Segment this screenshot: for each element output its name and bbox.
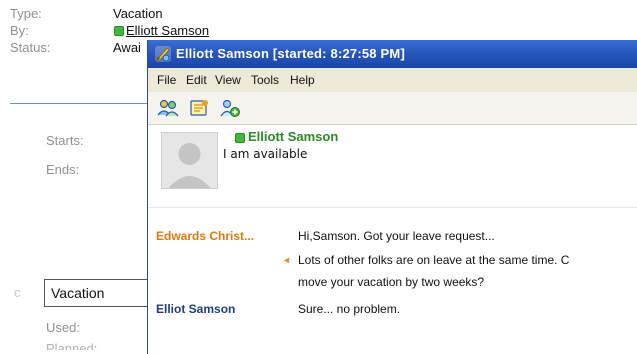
by-label: By: xyxy=(10,23,29,38)
starts-label: Starts: xyxy=(46,133,84,148)
chat-app-icon xyxy=(155,46,171,62)
available-status-icon xyxy=(235,133,245,143)
message-text: move your vacation by two weeks? xyxy=(298,275,485,289)
chat-toolbar xyxy=(148,92,637,125)
available-status-icon xyxy=(114,26,124,36)
menu-view[interactable]: View xyxy=(215,73,241,87)
type-value: Vacation xyxy=(113,6,163,21)
menu-bar: File Edit View Tools Help xyxy=(148,68,637,92)
message-text: Hi,Samson. Got your leave request... xyxy=(298,229,495,243)
contacts-icon[interactable] xyxy=(157,98,179,118)
planned-label: Planned: xyxy=(46,341,98,350)
message-text: Sure... no problem. xyxy=(298,302,401,316)
leave-type-field[interactable] xyxy=(44,279,148,307)
message-sender: Elliot Samson xyxy=(156,302,236,316)
contact-profile: Elliott Samson I am available xyxy=(148,125,637,207)
chat-title-bar[interactable]: Elliott Samson [started: 8:27:58 PM] xyxy=(148,40,637,68)
add-contact-icon[interactable] xyxy=(219,98,241,118)
avatar xyxy=(161,132,218,189)
status-label: Status: xyxy=(10,40,51,55)
message-text: Lots of other folks are on leave at the … xyxy=(298,253,570,267)
menu-tools[interactable]: Tools xyxy=(251,73,279,87)
notes-icon[interactable] xyxy=(188,98,210,118)
menu-edit[interactable]: Edit xyxy=(186,73,207,87)
contact-status-message: I am available xyxy=(223,147,308,161)
status-value: Awai xyxy=(113,40,141,55)
chat-transcript: Edwards Christ... Hi,Samson. Got your le… xyxy=(148,208,637,354)
radio-marker: c xyxy=(14,285,21,300)
section-divider xyxy=(10,103,150,104)
used-label: Used: xyxy=(46,320,80,335)
message-sender: Edwards Christ... xyxy=(156,229,255,243)
chat-window: Elliott Samson [started: 8:27:58 PM] Fil… xyxy=(147,40,637,354)
menu-help[interactable]: Help xyxy=(290,73,315,87)
requester-link[interactable]: Elliott Samson xyxy=(126,23,209,38)
chat-title: Elliott Samson [started: 8:27:58 PM] xyxy=(176,46,405,61)
avatar-placeholder-icon xyxy=(162,133,217,188)
contact-name: Elliott Samson xyxy=(248,129,339,144)
message-arrow-icon: ◄ xyxy=(282,255,291,265)
type-label: Type: xyxy=(10,6,42,21)
menu-file[interactable]: File xyxy=(157,73,176,87)
ends-label: Ends: xyxy=(46,162,80,177)
